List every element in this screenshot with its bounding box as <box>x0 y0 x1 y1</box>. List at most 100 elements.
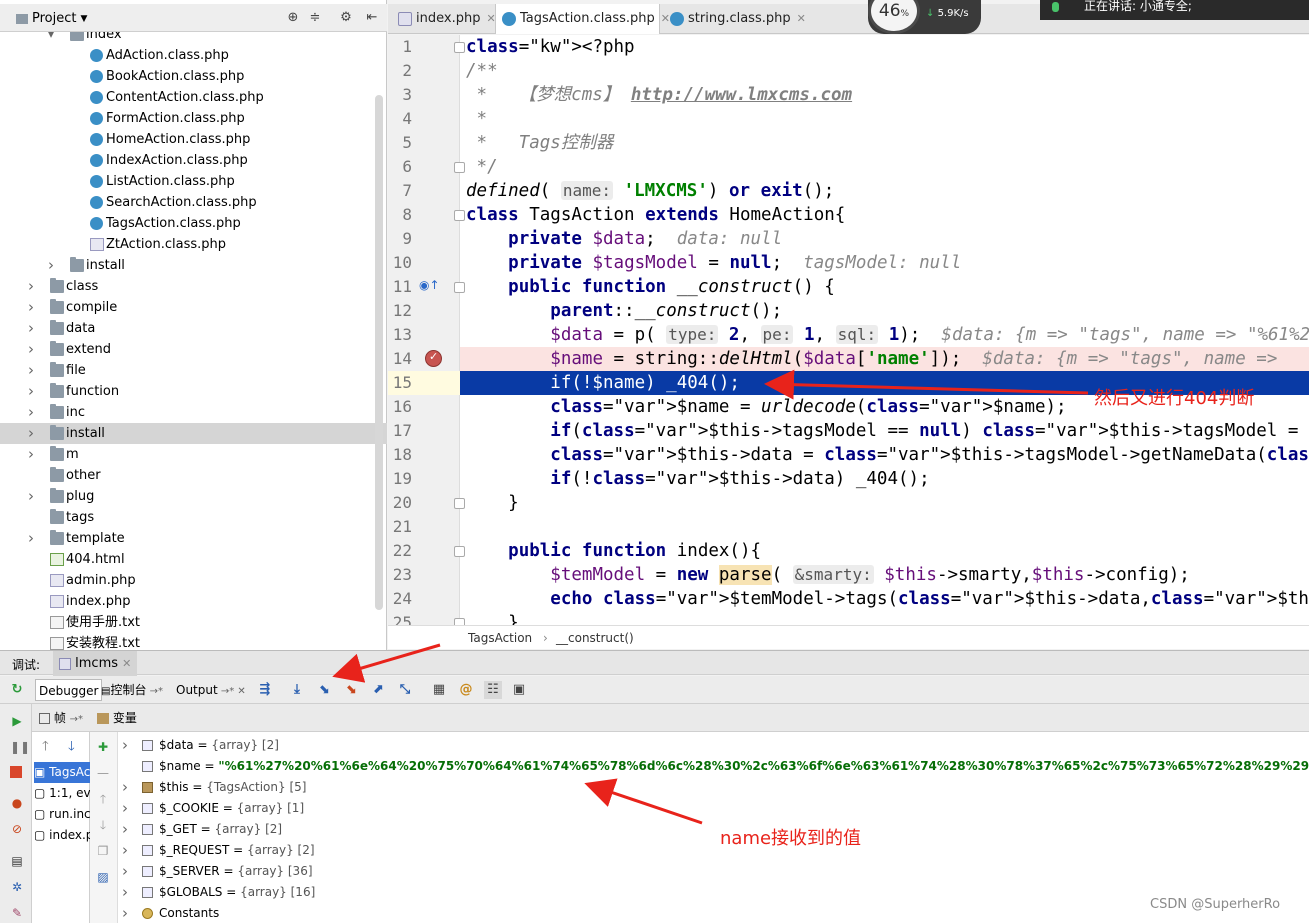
tree-item[interactable]: 404.html <box>0 549 387 570</box>
watch-icon[interactable]: @ <box>457 681 475 699</box>
fold-marker[interactable] <box>454 498 465 509</box>
step-into-icon[interactable]: ⬊ <box>315 681 333 699</box>
mute-breakpoints-icon[interactable]: ⊘ <box>10 822 24 836</box>
chevron-right-icon[interactable]: › <box>28 486 38 507</box>
tree-item[interactable]: HomeAction.class.php <box>0 129 387 150</box>
variable-row[interactable]: › Constants <box>118 903 1309 923</box>
tree-item[interactable]: IndexAction.class.php <box>0 150 387 171</box>
fold-marker[interactable] <box>454 618 465 625</box>
chevron-right-icon[interactable]: › <box>28 318 38 339</box>
gear-icon[interactable]: ✲ <box>10 880 24 894</box>
hide-panel-icon[interactable]: ⇤ <box>364 10 380 26</box>
chevron-right-icon[interactable]: › <box>28 339 38 360</box>
duplicate-icon[interactable]: ❐ <box>96 844 110 858</box>
tree-item[interactable]: › install <box>0 255 387 276</box>
move-down-icon[interactable]: 🡓 <box>96 818 110 832</box>
tree-item[interactable]: ZtAction.class.php <box>0 234 387 255</box>
chevron-down-icon[interactable]: ▾ <box>48 32 58 45</box>
run-to-cursor-icon[interactable]: ⤡ <box>396 681 414 699</box>
breakpoint-icon[interactable] <box>425 350 442 367</box>
fold-marker[interactable] <box>454 210 465 221</box>
override-icon[interactable]: ◉↑ <box>419 278 440 292</box>
variables-mode-icon[interactable]: ☷ <box>484 681 502 699</box>
breadcrumb-method[interactable]: __construct() <box>556 626 634 650</box>
chevron-right-icon[interactable]: › <box>122 777 128 798</box>
resume-icon[interactable]: ▶ <box>10 714 24 728</box>
chevron-right-icon[interactable]: › <box>122 798 128 819</box>
tree-item[interactable]: › compile <box>0 297 387 318</box>
close-icon[interactable]: ✕ <box>122 657 131 670</box>
gear-icon[interactable]: ⚙ <box>338 10 354 26</box>
tree-item[interactable]: › m <box>0 444 387 465</box>
close-icon[interactable]: ✕ <box>797 12 806 25</box>
evaluate-icon[interactable]: ▦ <box>430 681 448 699</box>
project-view-selector[interactable]: Project ▼ <box>16 11 87 26</box>
tree-item[interactable]: other <box>0 465 387 486</box>
tree-item[interactable]: 使用手册.txt <box>0 612 387 633</box>
variable-row[interactable]: › $_SERVER = {array} [36] <box>118 861 1309 882</box>
chevron-right-icon[interactable]: › <box>48 255 58 276</box>
chevron-right-icon[interactable]: › <box>28 423 38 444</box>
pause-icon[interactable]: ❚❚ <box>10 740 30 754</box>
tab-index-php[interactable]: index.php ✕ <box>394 4 496 34</box>
chevron-right-icon[interactable]: › <box>122 735 128 756</box>
chevron-right-icon[interactable]: › <box>28 444 38 465</box>
variable-row[interactable]: › $_COOKIE = {array} [1] <box>118 798 1309 819</box>
tree-item[interactable]: ListAction.class.php <box>0 171 387 192</box>
tree-item[interactable]: BookAction.class.php <box>0 66 387 87</box>
fold-marker[interactable] <box>454 282 465 293</box>
down-arrow-icon[interactable]: 🡓 <box>68 737 75 759</box>
fold-marker[interactable] <box>454 42 465 53</box>
watches-icon[interactable]: ▨ <box>96 870 110 884</box>
variable-row[interactable]: › $this = {TagsAction} [5] <box>118 777 1309 798</box>
force-step-into-icon[interactable]: ⬊ <box>342 681 360 699</box>
tree-item[interactable]: ContentAction.class.php <box>0 87 387 108</box>
variable-row[interactable]: › $GLOBALS = {array} [16] <box>118 882 1309 903</box>
chevron-right-icon[interactable]: › <box>122 903 128 923</box>
chevron-right-icon[interactable]: › <box>122 882 128 903</box>
tree-item[interactable]: FormAction.class.php <box>0 108 387 129</box>
chevron-right-icon[interactable]: › <box>28 402 38 423</box>
pin-tab-icon[interactable]: ✎ <box>10 906 24 920</box>
tree-item[interactable]: › data <box>0 318 387 339</box>
variable-row[interactable]: › $data = {array} [2] <box>118 735 1309 756</box>
frame-item[interactable]: ▢ index.p <box>34 825 90 846</box>
tree-item[interactable]: › function <box>0 381 387 402</box>
step-out-icon[interactable]: ⬈ <box>369 681 387 699</box>
tree-item[interactable]: AdAction.class.php <box>0 45 387 66</box>
tree-item[interactable]: › install <box>0 423 387 444</box>
tree-item[interactable]: admin.php <box>0 570 387 591</box>
frame-item[interactable]: ▢ run.inc <box>34 804 90 825</box>
tree-item[interactable]: 安装教程.txt <box>0 633 387 651</box>
tab-output[interactable]: Output →* ✕ <box>173 679 249 701</box>
remove-watch-icon[interactable]: — <box>96 766 110 780</box>
show-exec-point-icon[interactable]: ⇶ <box>256 681 274 699</box>
tree-item[interactable]: SearchAction.class.php <box>0 192 387 213</box>
stop-icon[interactable] <box>10 766 22 778</box>
tree-item[interactable]: tags <box>0 507 387 528</box>
tree-item[interactable]: › extend <box>0 339 387 360</box>
fold-marker[interactable] <box>454 162 465 173</box>
frame-item[interactable]: ▢ 1:1, ev <box>34 783 90 804</box>
project-scrollbar[interactable] <box>375 95 383 610</box>
chevron-right-icon[interactable]: › <box>122 861 128 882</box>
fold-marker[interactable] <box>454 546 465 557</box>
layout-icon[interactable]: ▤ <box>10 854 24 868</box>
settings-icon[interactable]: ▣ <box>510 681 528 699</box>
chevron-right-icon[interactable]: › <box>28 297 38 318</box>
chevron-right-icon[interactable]: › <box>28 528 38 549</box>
new-watch-icon[interactable]: ✚ <box>96 740 110 754</box>
rerun-icon[interactable]: ↻ <box>8 681 26 699</box>
variable-row[interactable]: › $_REQUEST = {array} [2] <box>118 840 1309 861</box>
debug-session-tab[interactable]: lmcms ✕ <box>53 651 138 676</box>
code-editor[interactable]: 1 2 3 4 5 6 7 8 9 10 11 12 13 14 15 16 17 18 19 20 21 22 23 24 2… <box>388 35 1309 625</box>
tab-console[interactable]: ▤控制台 →* <box>98 679 166 701</box>
tree-item[interactable]: › plug <box>0 486 387 507</box>
up-arrow-icon[interactable]: 🡑 <box>42 737 49 759</box>
chevron-right-icon[interactable]: › <box>28 276 38 297</box>
move-up-icon[interactable]: 🡑 <box>96 792 110 806</box>
tree-item[interactable]: TagsAction.class.php <box>0 213 387 234</box>
tree-item[interactable]: › class <box>0 276 387 297</box>
variable-row[interactable]: $name = "%61%27%20%61%6e%64%20%75%70%64%… <box>118 756 1309 777</box>
collapse-icon[interactable]: ≑ <box>307 10 323 26</box>
